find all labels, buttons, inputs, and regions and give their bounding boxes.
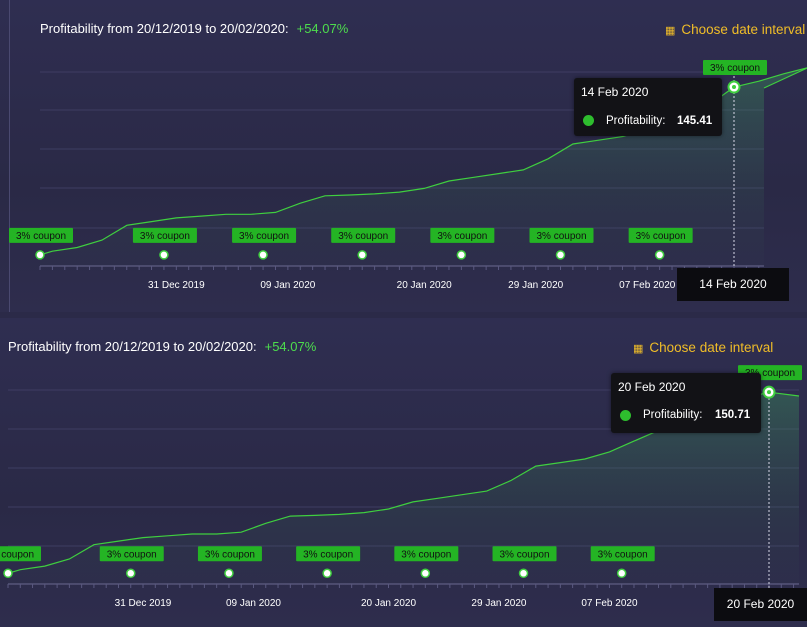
coupon-label: 3% coupon bbox=[239, 231, 289, 242]
coupon-label: 3% coupon bbox=[437, 231, 487, 242]
coupon-marker-core bbox=[767, 390, 771, 395]
x-tick-label: 07 Feb 2020 bbox=[581, 598, 638, 609]
tooltip-label: Profitability: bbox=[643, 409, 703, 421]
coupon-marker[interactable] bbox=[616, 568, 627, 579]
coupon-label: 3% coupon bbox=[536, 231, 586, 242]
coupon-label: 3% coupon bbox=[107, 549, 157, 560]
x-tick-label: 31 Dec 2019 bbox=[115, 598, 172, 609]
x-tick-label: 20 Jan 2020 bbox=[361, 598, 416, 609]
date-button-label: Choose date interval bbox=[681, 22, 806, 37]
crosshair-x-label: 14 Feb 2020 bbox=[677, 268, 789, 301]
x-tick-label: 09 Jan 2020 bbox=[226, 598, 281, 609]
choose-date-interval-button[interactable]: ▦ Choose date interval bbox=[665, 22, 805, 37]
tooltip-date: 20 Feb 2020 bbox=[618, 380, 686, 394]
chart-panel-bottom: 31 Dec 2019 09 Jan 2020 20 Jan 2020 29 Jan … bbox=[0, 318, 807, 627]
coupon-marker[interactable] bbox=[322, 568, 332, 579]
coupon-label: 3% coupon bbox=[205, 549, 255, 560]
coupon-marker[interactable] bbox=[555, 250, 566, 260]
coupon-marker[interactable] bbox=[456, 250, 467, 260]
coupon-marker[interactable] bbox=[35, 250, 45, 260]
coupon-marker[interactable] bbox=[258, 250, 268, 260]
chart-tooltip: 20 Feb 2020 Profitability: 150.71 bbox=[611, 373, 761, 433]
coupon-marker[interactable] bbox=[420, 568, 431, 579]
coupon-marker[interactable] bbox=[159, 250, 169, 260]
coupon-marker[interactable] bbox=[518, 568, 529, 579]
coupon-label: 3% coupon bbox=[401, 549, 451, 560]
coupon-label: 3% coupon bbox=[140, 231, 190, 242]
calendar-icon: ▦ bbox=[665, 25, 676, 37]
coupon-marker[interactable] bbox=[224, 568, 234, 579]
change-percent: +54.07% bbox=[296, 21, 349, 36]
coupon-label: 3% coupon bbox=[710, 63, 760, 74]
crosshair-x-label: 20 Feb 2020 bbox=[714, 588, 807, 621]
coupon-label: 3% coupon bbox=[16, 231, 66, 242]
coupon-marker[interactable] bbox=[654, 250, 665, 260]
coupon-label: 3% coupon bbox=[636, 231, 686, 242]
series-dot-icon bbox=[620, 410, 631, 421]
coupon-marker[interactable] bbox=[3, 568, 13, 579]
choose-date-interval-button[interactable]: ▦ Choose date interval bbox=[633, 340, 773, 355]
chart-title: Profitability from 20/12/2019 to 20/02/2… bbox=[40, 21, 348, 36]
x-tick-label: 31 Dec 2019 bbox=[148, 280, 205, 291]
title-text: Profitability from 20/12/2019 to 20/02/2… bbox=[8, 339, 257, 354]
x-tick-label: 20 Jan 2020 bbox=[397, 280, 452, 291]
calendar-icon: ▦ bbox=[633, 343, 644, 355]
date-button-label: Choose date interval bbox=[649, 340, 774, 355]
coupon-marker-core bbox=[732, 85, 736, 90]
profitability-chart-bottom[interactable]: 31 Dec 2019 09 Jan 2020 20 Jan 2020 29 Jan … bbox=[0, 318, 807, 627]
coupon-label: 3% coupon bbox=[338, 231, 388, 242]
coupon-label: 3% coupon bbox=[598, 549, 648, 560]
change-percent: +54.07% bbox=[264, 339, 317, 354]
coupon-label: 3% coupon bbox=[499, 549, 549, 560]
series-dot-icon bbox=[583, 115, 594, 126]
tooltip-date: 14 Feb 2020 bbox=[581, 85, 649, 99]
chart-panel-top: 31 Dec 2019 09 Jan 2020 20 Jan 2020 29 Jan … bbox=[0, 0, 807, 312]
coupon-label: 3% coupon bbox=[0, 549, 34, 560]
tooltip-value: 145.41 bbox=[677, 115, 713, 127]
x-tick-label: 09 Jan 2020 bbox=[260, 280, 315, 291]
profitability-chart-top[interactable]: 31 Dec 2019 09 Jan 2020 20 Jan 2020 29 Jan … bbox=[0, 0, 807, 312]
x-tick-label: 07 Feb 2020 bbox=[619, 280, 676, 291]
tooltip-label: Profitability: bbox=[606, 115, 666, 127]
coupon-marker[interactable] bbox=[357, 250, 367, 260]
tooltip-value: 150.71 bbox=[715, 409, 751, 421]
coupon-label: 3% coupon bbox=[303, 549, 353, 560]
chart-title: Profitability from 20/12/2019 to 20/02/2… bbox=[8, 339, 316, 354]
coupon-marker[interactable] bbox=[125, 568, 136, 579]
x-tick-label: 29 Jan 2020 bbox=[508, 280, 563, 291]
title-text: Profitability from 20/12/2019 to 20/02/2… bbox=[40, 21, 289, 36]
x-tick-label: 29 Jan 2020 bbox=[471, 598, 526, 609]
chart-tooltip: 14 Feb 2020 Profitability: 145.41 bbox=[574, 78, 722, 136]
